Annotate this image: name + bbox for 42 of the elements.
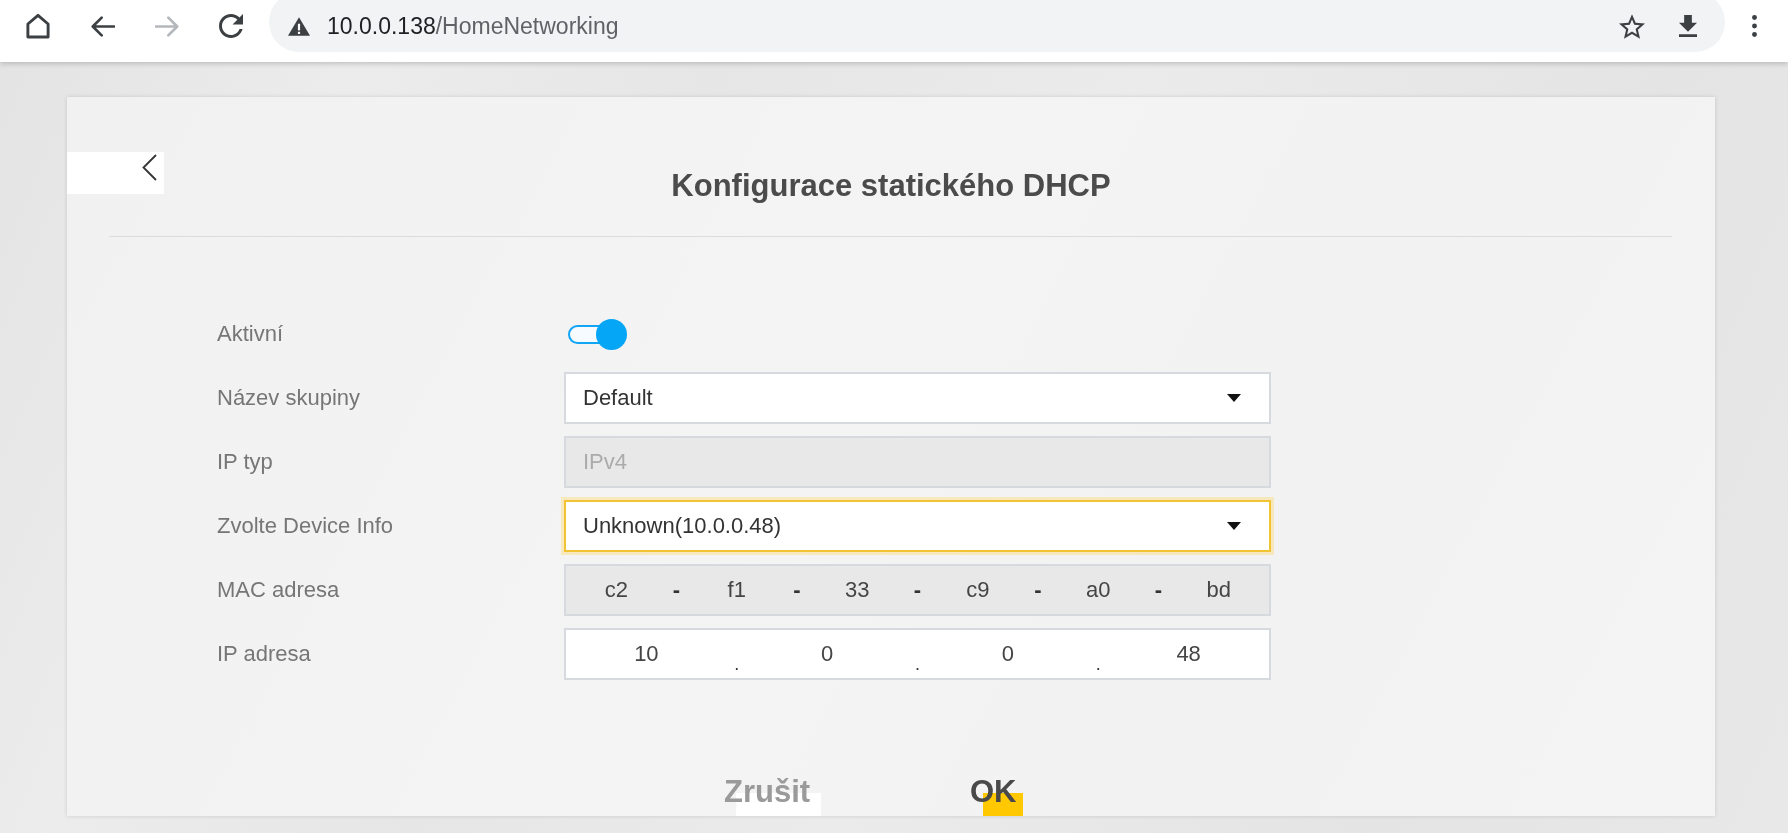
back-arrow-icon[interactable]: [91, 15, 115, 37]
reload-icon[interactable]: [219, 14, 243, 38]
star-icon[interactable]: [1619, 13, 1645, 39]
octet-text: bd: [1205, 576, 1232, 604]
octet-text: a0: [1085, 576, 1112, 604]
octet-input[interactable]: 48: [1108, 630, 1269, 678]
octet-input[interactable]: 0: [746, 630, 908, 678]
octet-separator: -: [1033, 576, 1043, 604]
octet-separator: .: [914, 653, 921, 676]
home-icon[interactable]: [25, 13, 51, 39]
octet-input[interactable]: 0: [927, 630, 1089, 678]
field-label: MAC adresa: [217, 577, 340, 603]
toggle-switch[interactable]: [568, 318, 627, 350]
field-label: IP adresa: [217, 641, 311, 667]
text-field: IPv4: [564, 436, 1271, 488]
octet-text: 33: [844, 576, 871, 604]
octet-separator: .: [1094, 653, 1102, 676]
field-label: Zvolte Device Info: [217, 513, 394, 539]
dialog-title: Konfigurace statického DHCP: [671, 171, 1111, 201]
field-label: IP typ: [217, 449, 273, 475]
download-icon[interactable]: [1679, 15, 1697, 37]
field-label: Aktivní: [217, 321, 284, 347]
octet-separator: -: [912, 576, 923, 604]
warning-icon: [288, 16, 310, 36]
octet-input[interactable]: 10: [566, 630, 727, 678]
octet-text: c2: [603, 576, 629, 604]
octet-separator: .: [733, 653, 741, 676]
url-text: 10.0.0.138/HomeNetworking: [327, 12, 619, 40]
chevron-left-icon: [142, 154, 157, 181]
field-label: Název skupiny: [217, 385, 361, 411]
octet-separator: -: [1153, 576, 1164, 604]
dropdown-select[interactable]: Default: [564, 372, 1271, 424]
dropdown-select[interactable]: Unknown(10.0.0.48): [564, 500, 1271, 552]
octet-separator: -: [671, 576, 682, 604]
caret-down-icon: [1227, 394, 1241, 402]
caret-down-icon: [1227, 522, 1241, 530]
octet-separator: -: [792, 576, 802, 604]
octet-text: c9: [965, 576, 991, 604]
address-bar[interactable]: 10.0.0.138/HomeNetworking: [269, 0, 1725, 52]
menu-icon[interactable]: [1752, 15, 1757, 37]
octet-text: f1: [726, 576, 747, 604]
ip-address-field[interactable]: 10 . 0 . 0 . 48: [564, 628, 1271, 680]
